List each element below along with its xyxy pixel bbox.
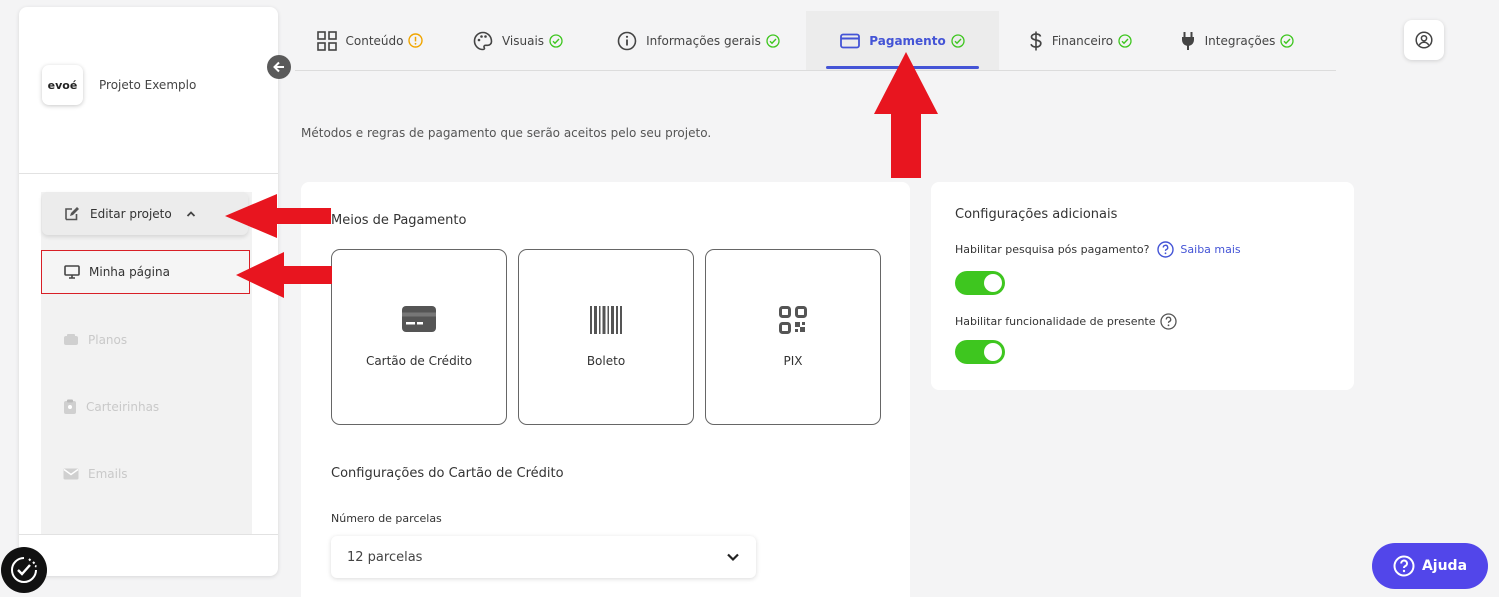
learn-more-link[interactable]: Saiba mais: [1180, 243, 1240, 256]
installments-select[interactable]: 12 parcelas: [331, 536, 756, 578]
layers-icon: [64, 334, 78, 345]
check-circle-icon: [951, 33, 965, 48]
sidebar-item-carteirinhas[interactable]: Carteirinhas: [41, 385, 250, 429]
sidebar-item-label: Minha página: [89, 265, 170, 279]
payment-method-label: Boleto: [586, 354, 626, 368]
tab-label: Integrações: [1204, 33, 1276, 48]
additional-settings-title: Configurações adicionais: [955, 207, 1118, 222]
tab-label: Informações gerais: [646, 33, 761, 48]
annotation-arrow-up-icon: [874, 52, 938, 178]
tab-conteudo[interactable]: Conteúdo: [295, 11, 445, 70]
accessibility-icon: [11, 557, 37, 583]
help-circle-icon[interactable]: [1159, 313, 1177, 330]
annotation-arrow-left-icon: [236, 252, 332, 298]
edit-icon: [65, 206, 79, 220]
sidebar-item-planos[interactable]: Planos: [41, 318, 250, 362]
tab-informacoes-gerais[interactable]: Informações gerais: [591, 11, 806, 70]
edit-project-button[interactable]: Editar projeto: [42, 192, 248, 235]
tab-integracoes[interactable]: Integrações: [1162, 11, 1312, 70]
plug-icon: [1181, 31, 1194, 50]
barcode-icon: [590, 306, 622, 334]
tab-financeiro[interactable]: Financeiro: [999, 11, 1162, 70]
envelope-icon: [63, 468, 79, 480]
check-circle-icon: [549, 33, 563, 48]
tab-label: Pagamento: [869, 33, 946, 48]
check-circle-icon: [1280, 33, 1295, 48]
installments-label: Número de parcelas: [331, 512, 442, 525]
id-badge-icon: [64, 399, 76, 414]
annotation-arrow-left-icon: [225, 194, 331, 238]
chevron-up-icon: [186, 210, 195, 217]
collapse-sidebar-button[interactable]: [267, 55, 291, 79]
help-label: Ajuda: [1421, 558, 1468, 574]
project-logo: evoé: [42, 65, 83, 105]
payment-method-pix[interactable]: PIX: [705, 249, 881, 425]
help-button[interactable]: Ajuda: [1372, 543, 1488, 589]
tab-bar: Conteúdo Visuais Informações gerais Paga…: [295, 11, 1336, 71]
project-brand[interactable]: evoé Projeto Exemplo: [42, 65, 196, 105]
credit-card-icon: [402, 306, 436, 332]
survey-toggle[interactable]: [955, 271, 1005, 295]
payment-method-label: Cartão de Crédito: [365, 354, 473, 368]
tab-label: Visuais: [501, 33, 545, 48]
user-profile-button[interactable]: [1404, 20, 1444, 60]
arrow-left-icon: [273, 61, 284, 73]
gift-setting-row: Habilitar funcionalidade de presente: [955, 313, 1177, 330]
sidebar-item-label: Planos: [88, 333, 128, 347]
page-description: Métodos e regras de pagamento que serão …: [301, 126, 712, 140]
payment-methods-title: Meios de Pagamento: [331, 213, 467, 228]
sidebar-divider: [19, 173, 278, 174]
palette-icon: [473, 31, 493, 50]
survey-label: Habilitar pesquisa pós pagamento?: [955, 243, 1150, 256]
payment-method-credit-card[interactable]: Cartão de Crédito: [331, 249, 507, 425]
accessibility-button[interactable]: [1, 547, 47, 593]
user-circle-icon: [1415, 31, 1433, 49]
chevron-down-icon: [727, 553, 739, 562]
installments-value: 12 parcelas: [347, 549, 423, 565]
check-circle-icon: [1118, 33, 1132, 48]
dollar-icon: [1030, 31, 1042, 50]
check-circle-icon: [766, 33, 780, 48]
warning-icon: [408, 33, 424, 48]
sidebar-bottom-divider: [19, 534, 278, 535]
payment-method-boleto[interactable]: Boleto: [518, 249, 694, 425]
payment-methods-card: Meios de Pagamento Cartão de Crédito Bol…: [301, 182, 910, 597]
grid-icon: [316, 30, 337, 51]
sidebar-item-label: Carteirinhas: [86, 400, 160, 414]
gift-toggle[interactable]: [955, 340, 1005, 364]
tab-label: Financeiro: [1051, 33, 1114, 48]
additional-settings-card: Configurações adicionais Habilitar pesqu…: [931, 182, 1354, 390]
payment-method-label: PIX: [783, 354, 803, 368]
sidebar-item-label: Emails: [88, 467, 128, 481]
qr-code-icon: [779, 306, 807, 334]
credit-card-icon: [840, 33, 861, 48]
info-icon: [617, 31, 637, 50]
project-name: Projeto Exemplo: [99, 78, 197, 92]
gift-label: Habilitar funcionalidade de presente: [955, 315, 1156, 328]
survey-setting-row: Habilitar pesquisa pós pagamento? Saiba …: [955, 241, 1241, 258]
tab-label: Conteúdo: [345, 33, 404, 48]
monitor-icon: [64, 265, 80, 279]
tab-visuais[interactable]: Visuais: [445, 11, 591, 70]
sidebar-item-minha-pagina[interactable]: Minha página: [41, 250, 250, 294]
help-circle-icon: [1393, 555, 1415, 577]
card-settings-title: Configurações do Cartão de Crédito: [331, 466, 564, 481]
help-circle-icon[interactable]: [1157, 241, 1175, 258]
edit-project-label: Editar projeto: [90, 206, 172, 221]
sidebar-item-emails[interactable]: Emails: [41, 452, 250, 496]
